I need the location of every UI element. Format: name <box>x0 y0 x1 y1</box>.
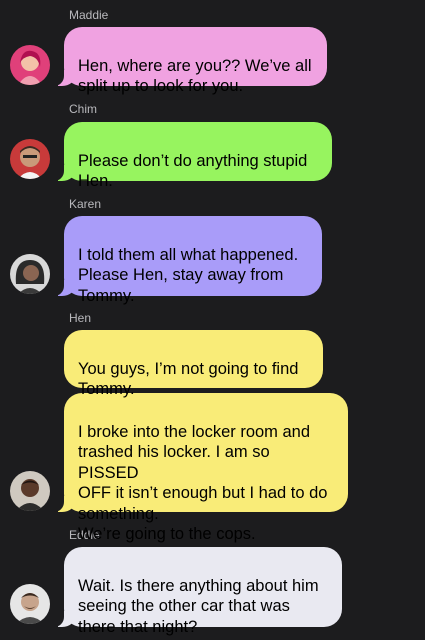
message-text: I told them all what happened. Please He… <box>78 245 299 305</box>
karen-avatar[interactable] <box>10 254 50 294</box>
message-bubble-chim[interactable]: Please don’t do anything stupid Hen. <box>52 122 332 190</box>
hen-avatar[interactable] <box>10 471 50 511</box>
message-text: Wait. Is there anything about him seeing… <box>78 576 319 636</box>
message-bubble-eddie[interactable]: Wait. Is there anything about him seeing… <box>52 547 342 636</box>
chat-transcript: Maddie Hen, where are you?? We’ve all sp… <box>0 0 425 640</box>
message-bubble-hen-1[interactable]: You guys, I’m not going to find Tommy. <box>64 330 323 398</box>
chim-avatar[interactable] <box>10 139 50 179</box>
sender-name-chim: Chim <box>69 102 98 116</box>
eddie-avatar[interactable] <box>10 584 50 624</box>
sender-name-maddie: Maddie <box>69 8 109 22</box>
sender-name-hen: Hen <box>69 311 92 325</box>
maddie-avatar[interactable] <box>10 45 50 85</box>
message-bubble-hen-2[interactable]: I broke into the locker room and trashed… <box>52 393 348 543</box>
sender-name-karen: Karen <box>69 197 102 211</box>
message-bubble-maddie[interactable]: Hen, where are you?? We’ve all split up … <box>52 27 327 95</box>
message-text: Please don’t do anything stupid Hen. <box>78 151 308 191</box>
message-text: Hen, where are you?? We’ve all split up … <box>78 56 312 96</box>
message-bubble-karen[interactable]: I told them all what happened. Please He… <box>52 216 322 305</box>
message-text: I broke into the locker room and trashed… <box>78 422 328 544</box>
